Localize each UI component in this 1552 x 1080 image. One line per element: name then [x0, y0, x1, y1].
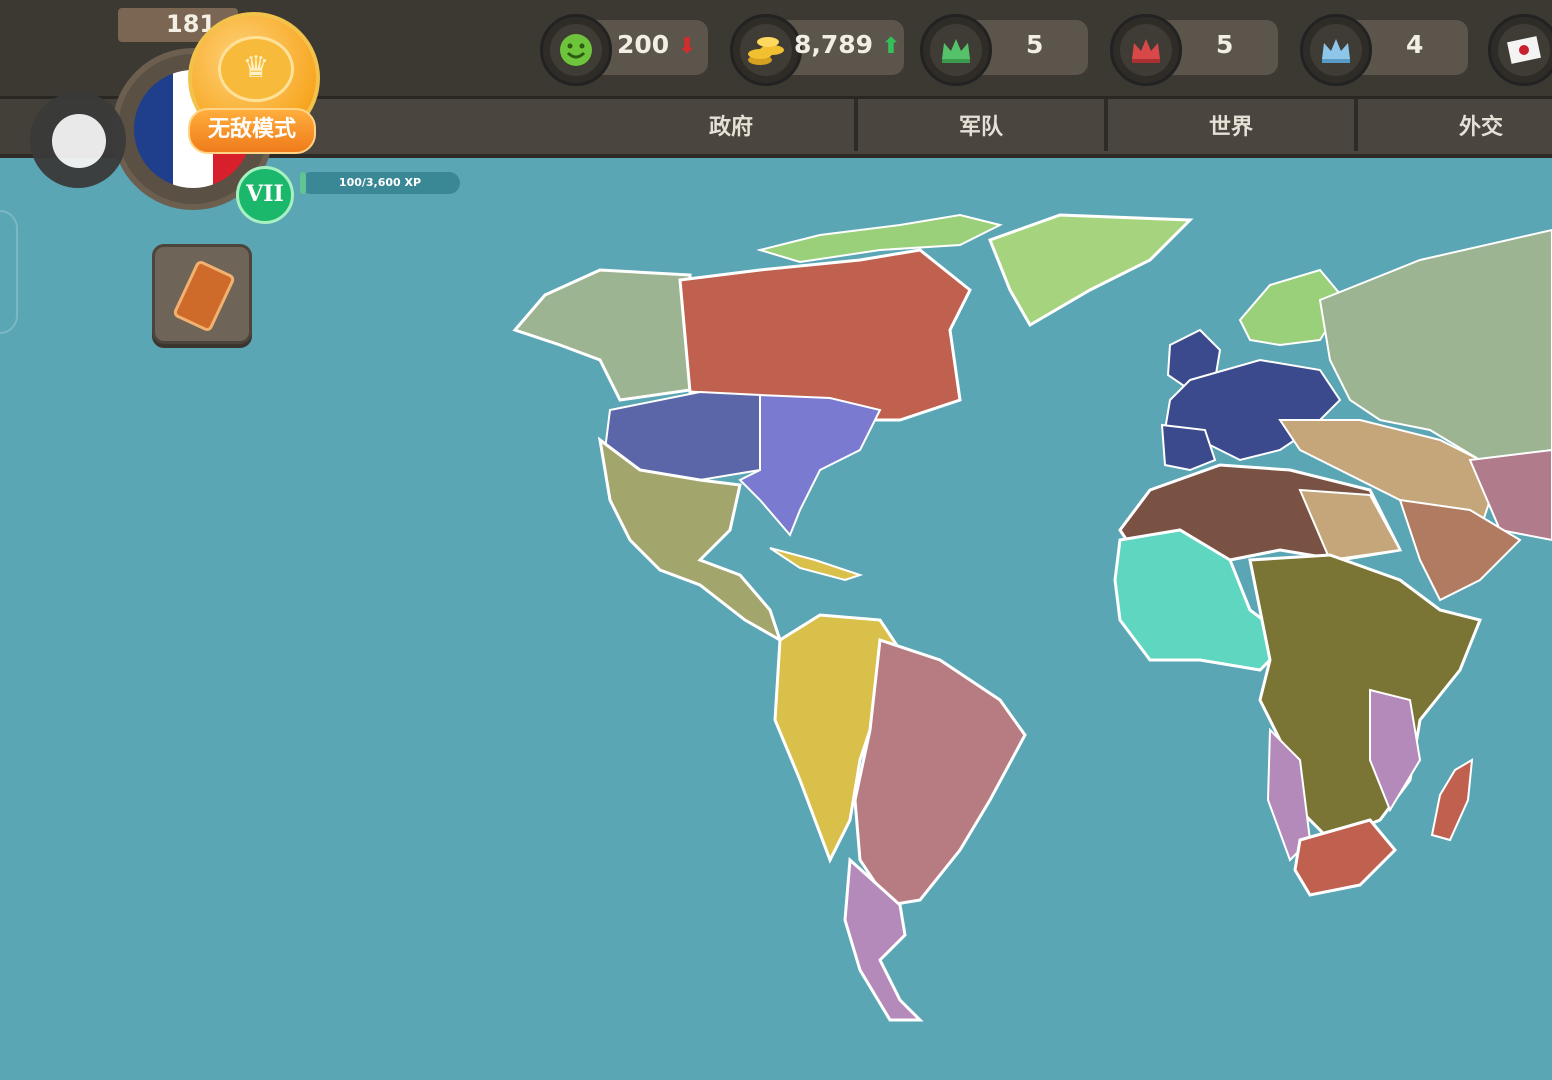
gold-value: 8,789 ⬆ [794, 30, 901, 59]
gold-coins-icon [740, 24, 792, 76]
tab-diplomacy[interactable]: 外交 [1358, 99, 1552, 151]
joystick-knob[interactable] [52, 114, 106, 168]
xp-fill [300, 172, 306, 194]
green-crown-value: 5 [1026, 30, 1044, 59]
crown-icon: ♛ [218, 36, 294, 102]
trend-up-icon: ⬆ [881, 34, 901, 59]
blue-crown-value: 4 [1406, 30, 1424, 59]
trend-down-icon: ⬇ [677, 34, 697, 59]
tab-government[interactable]: 政府 [608, 99, 858, 151]
happiness-value: 200 ⬇ [617, 30, 697, 59]
tab-world[interactable]: 世界 [1108, 99, 1358, 151]
stat-green-crown[interactable]: 5 [920, 14, 1090, 86]
stat-flag[interactable] [1488, 14, 1552, 86]
happiness-icon [550, 24, 602, 76]
hourglass-icon [171, 259, 237, 333]
stat-gold[interactable]: 8,789 ⬆ [730, 14, 905, 86]
red-crown-value: 5 [1216, 30, 1234, 59]
flag-icon [1498, 24, 1550, 76]
invincible-mode-button[interactable]: 无敌模式 [188, 108, 316, 154]
side-drawer-handle[interactable] [0, 210, 18, 334]
level-badge: VII [236, 166, 294, 224]
xp-bar: 100/3,600 XP [300, 172, 460, 194]
stat-red-crown[interactable]: 5 [1110, 14, 1280, 86]
stat-blue-crown[interactable]: 4 [1300, 14, 1470, 86]
red-crown-icon [1120, 24, 1172, 76]
virtual-joystick[interactable] [30, 92, 126, 188]
blue-crown-icon [1310, 24, 1362, 76]
stat-happiness[interactable]: 200 ⬇ [540, 14, 710, 86]
xp-label: 100/3,600 XP [338, 176, 422, 189]
green-crown-icon [930, 24, 982, 76]
hourglass-button[interactable] [152, 244, 252, 344]
tab-army[interactable]: 军队 [858, 99, 1108, 151]
